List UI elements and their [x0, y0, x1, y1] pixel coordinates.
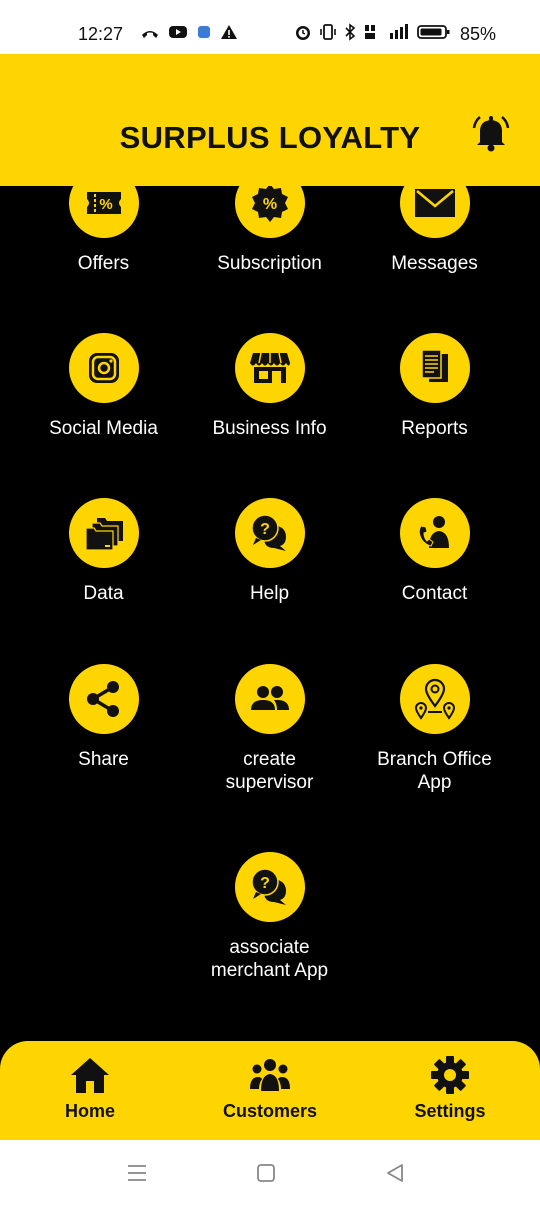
tile-label: Offers	[77, 253, 130, 274]
back-icon[interactable]	[385, 1162, 405, 1184]
tile-help[interactable]: ? Help	[187, 498, 352, 605]
tile-contact[interactable]: Contact	[352, 498, 517, 605]
nav-home[interactable]: Home	[0, 1055, 180, 1122]
tile-label: associate merchant App	[210, 937, 329, 981]
tile-data[interactable]: Data	[21, 498, 186, 605]
tile-share[interactable]: Share	[21, 664, 186, 771]
svg-text:%: %	[99, 196, 112, 213]
missed-call-icon	[142, 31, 158, 38]
coupon-icon: %	[86, 192, 121, 214]
status-time: 12:27	[78, 24, 124, 44]
tile-label: create supervisor	[225, 749, 314, 793]
envelope-icon	[414, 189, 455, 217]
tile-label: Share	[78, 749, 129, 770]
location-pins-icon	[414, 678, 455, 720]
home-icon	[71, 1058, 109, 1093]
instagram-icon	[88, 353, 119, 383]
tile-associate-merchant-app[interactable]: ? associate merchant App	[187, 852, 352, 982]
discount-badge-icon: %	[251, 186, 288, 222]
folders-icon	[84, 518, 123, 551]
nav-label: Home	[64, 1101, 115, 1121]
tile-label: Business Info	[212, 418, 327, 439]
tile-create-supervisor[interactable]: create supervisor	[187, 664, 352, 794]
signal-icon	[390, 24, 408, 39]
tile-label: Reports	[401, 418, 468, 439]
svg-text:?: ?	[260, 875, 270, 892]
svg-text:?: ?	[260, 521, 270, 538]
recent-apps-icon[interactable]	[126, 1162, 148, 1184]
app-header: SURPLUS LOYALTY	[0, 54, 540, 186]
report-documents-icon	[420, 349, 448, 382]
notification-bell-icon[interactable]	[470, 112, 512, 154]
warning-icon	[221, 25, 237, 39]
phone-person-icon	[418, 516, 449, 548]
bottom-nav: Home Customers Settings	[0, 1041, 540, 1140]
tile-social-media[interactable]: Social Media	[21, 333, 186, 440]
tile-subscription[interactable]: % Subscription	[187, 186, 352, 275]
people-icon	[250, 686, 289, 710]
system-nav-bar	[0, 1140, 540, 1206]
tile-messages[interactable]: Messages	[352, 186, 517, 275]
tile-business-info[interactable]: Business Info	[187, 333, 352, 440]
tile-label: Messages	[391, 253, 478, 274]
battery-percent: 85%	[460, 24, 497, 44]
nav-label: Settings	[414, 1101, 486, 1121]
tile-reports[interactable]: Reports	[352, 333, 517, 440]
svg-text:%: %	[262, 196, 276, 213]
system-icons	[294, 23, 451, 41]
nav-label: Customers	[222, 1101, 318, 1121]
tile-label: Contact	[401, 583, 468, 604]
tile-label: Data	[83, 583, 124, 604]
tile-label: Help	[249, 583, 290, 604]
nav-settings[interactable]: Settings	[360, 1055, 540, 1122]
tile-label: Subscription	[217, 253, 322, 274]
gear-icon	[431, 1056, 469, 1094]
storefront-icon	[249, 352, 290, 383]
bluetooth-icon	[345, 23, 356, 41]
group-icon	[250, 1059, 290, 1091]
alarm-icon	[296, 26, 310, 40]
vibrate-icon	[320, 24, 336, 40]
tile-branch-office-app[interactable]: Branch Office App	[352, 664, 517, 794]
tile-label: Social Media	[49, 418, 158, 439]
app-notification-icon	[198, 26, 210, 38]
status-bar: 12:27 85%	[0, 0, 540, 54]
nav-customers[interactable]: Customers	[180, 1055, 360, 1122]
help-chat-icon: ?	[250, 514, 286, 551]
youtube-icon	[169, 26, 187, 38]
share-icon	[86, 681, 119, 717]
tile-offers[interactable]: % Offers	[21, 186, 186, 275]
home-nav-icon[interactable]	[256, 1163, 276, 1183]
help-chat-icon: ?	[250, 868, 286, 905]
battery-icon	[417, 25, 450, 39]
feature-grid: % Offers % Subscription Messages Social …	[0, 186, 540, 1041]
volte-icon	[365, 25, 375, 39]
notification-icons	[140, 23, 238, 41]
app-title: SURPLUS LOYALTY	[119, 120, 421, 155]
tile-label: Branch Office App	[377, 749, 492, 793]
